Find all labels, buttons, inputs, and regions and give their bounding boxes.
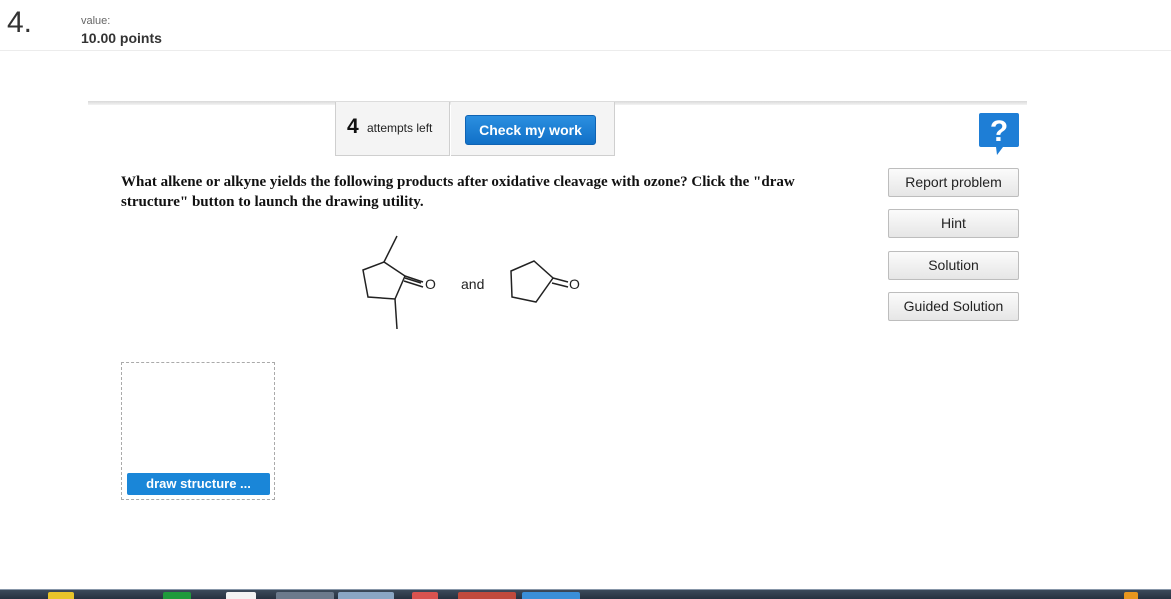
product-structures: O and O bbox=[362, 235, 580, 330]
draw-structure-button[interactable]: draw structure ... bbox=[127, 473, 270, 495]
question-mark-icon[interactable]: ? bbox=[977, 111, 1021, 157]
taskbar-app-icon[interactable] bbox=[458, 592, 516, 599]
help-glyph: ? bbox=[990, 115, 1008, 148]
question-header: 4. value: 10.00 points bbox=[0, 0, 1171, 51]
attempts-panel: 4 attempts left bbox=[335, 102, 450, 156]
question-prompt: What alkene or alkyne yields the followi… bbox=[121, 174, 795, 210]
taskbar-app-icon[interactable] bbox=[276, 592, 334, 599]
attempts-count: 4 bbox=[347, 115, 359, 138]
solution-button[interactable]: Solution bbox=[888, 251, 1019, 280]
question-number: 4. bbox=[7, 6, 33, 39]
taskbar-tray-icon[interactable] bbox=[1124, 592, 1138, 599]
taskbar-app-icon[interactable] bbox=[226, 592, 256, 599]
point-value: 10.00 points bbox=[81, 30, 162, 46]
taskbar-app-icon[interactable] bbox=[338, 592, 394, 599]
check-my-work-button[interactable]: Check my work bbox=[465, 115, 596, 145]
cyclopentanone-structure bbox=[510, 260, 569, 303]
value-label: value: bbox=[81, 15, 111, 27]
taskbar bbox=[0, 589, 1171, 599]
taskbar-app-icon[interactable] bbox=[412, 592, 438, 599]
taskbar-app-icon[interactable] bbox=[522, 592, 580, 599]
check-panel: Check my work bbox=[451, 102, 615, 156]
taskbar-app-icon[interactable] bbox=[163, 592, 191, 599]
dimethylcyclopentanone-structure bbox=[362, 235, 424, 330]
taskbar-app-icon[interactable] bbox=[48, 592, 74, 599]
report-problem-button[interactable]: Report problem bbox=[888, 168, 1019, 197]
attempts-label: attempts left bbox=[367, 121, 433, 135]
drawing-area[interactable]: draw structure ... bbox=[121, 362, 275, 500]
hint-button[interactable]: Hint bbox=[888, 209, 1019, 238]
ketone-oxygen-label: O bbox=[569, 276, 580, 292]
carbonyl-oxygen-label: O bbox=[425, 276, 436, 292]
and-label: and bbox=[461, 276, 484, 292]
guided-solution-button[interactable]: Guided Solution bbox=[888, 292, 1019, 321]
